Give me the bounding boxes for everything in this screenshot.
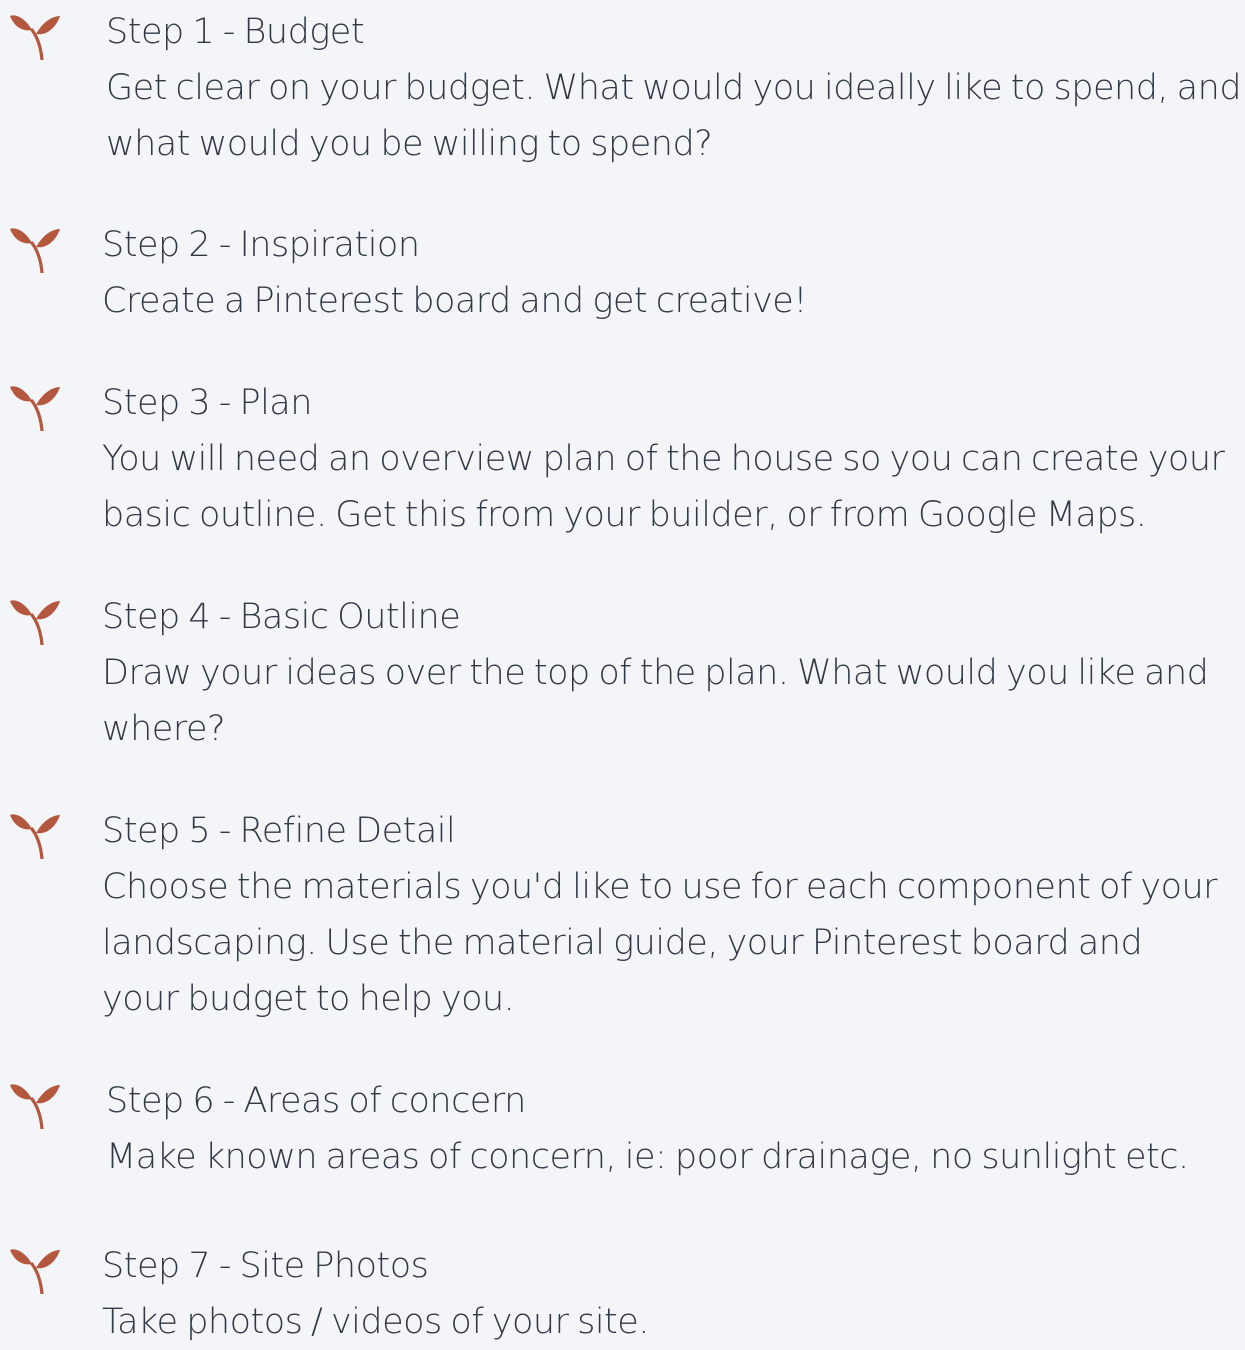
step-description-line: your budget to help you. <box>102 979 515 1019</box>
sprout-icon <box>10 15 60 60</box>
step-description-line: Draw your ideas over the top of the plan… <box>102 653 1209 693</box>
step-description-line: Choose the materials you'd like to use f… <box>102 867 1218 907</box>
step-description-line: where? <box>102 709 226 749</box>
step-title: Step 4 - Basic Outline <box>102 597 461 637</box>
step-description-line: landscaping. Use the material guide, you… <box>102 923 1143 963</box>
step-title: Step 5 - Refine Detail <box>102 811 456 851</box>
sprout-icon <box>10 386 60 431</box>
sprout-icon <box>10 600 60 645</box>
page: { "icon": "sprout-icon", "icon_color": "… <box>0 0 1245 1342</box>
step-description-line: basic outline. Get this from your builde… <box>102 495 1147 535</box>
step-title: Step 3 - Plan <box>102 383 312 423</box>
sprout-icon <box>10 1249 60 1294</box>
step-description-line: what would you be willing to spend? <box>106 124 713 164</box>
step-description-line: Create a Pinterest board and get creativ… <box>102 281 807 321</box>
step-description-line: You will need an overview plan of the ho… <box>102 439 1225 479</box>
step-title: Step 7 - Site Photos <box>102 1246 429 1286</box>
sprout-icon <box>10 228 60 273</box>
step-title: Step 6 - Areas of concern <box>106 1081 526 1121</box>
step-title: Step 1 - Budget <box>106 12 365 52</box>
step-title: Step 2 - Inspiration <box>102 225 420 265</box>
sprout-icon <box>10 814 60 859</box>
step-description-line: Make known areas of concern, ie: poor dr… <box>106 1137 1189 1177</box>
step-description-line: Get clear on your budget. What would you… <box>106 68 1242 108</box>
sprout-icon <box>10 1084 60 1129</box>
